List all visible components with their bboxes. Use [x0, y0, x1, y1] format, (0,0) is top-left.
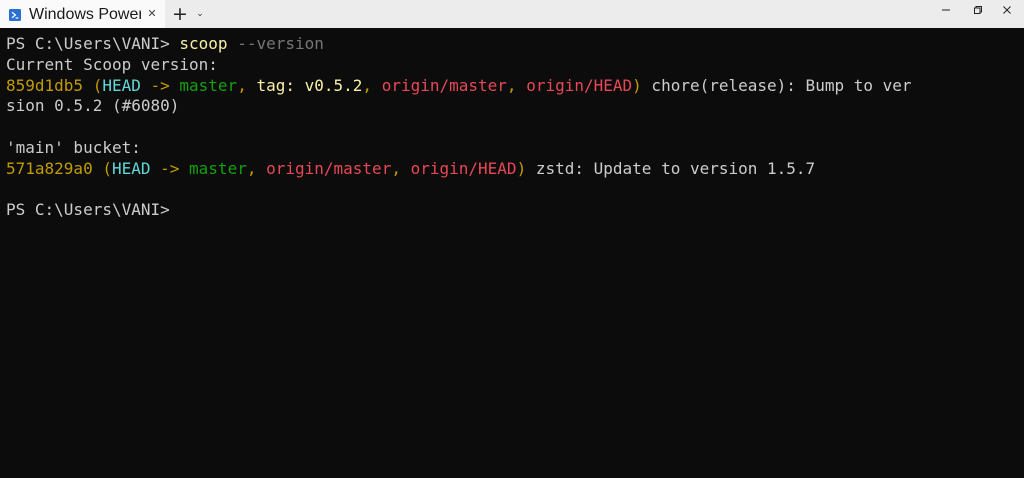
terminal-text: -> — [140, 75, 180, 95]
terminal-text: , — [362, 75, 382, 95]
terminal-line: Current Scoop version: — [6, 55, 1024, 76]
new-tab-button[interactable]: + — [170, 3, 190, 25]
terminal-text: tag: v0.5.2 — [256, 75, 363, 95]
terminal-text: -> — [150, 158, 190, 178]
terminal-text: PS C:\Users\VANI> — [6, 200, 170, 220]
terminal-text: origin/master — [266, 158, 392, 178]
powershell-icon — [9, 8, 21, 21]
terminal-text: HEAD — [111, 158, 151, 178]
terminal-text: ( — [83, 75, 103, 95]
terminal-text: PS C:\Users\VANI> — [6, 34, 180, 53]
terminal-text: chore(release): Bump to ver — [641, 75, 912, 95]
terminal-text: , — [246, 158, 267, 178]
terminal-text: origin/master — [381, 75, 507, 95]
minimize-button[interactable] — [929, 0, 963, 20]
tab-title: Windows PowerShell — [29, 6, 141, 23]
terminal-text: 571a829a0 — [6, 158, 93, 178]
terminal-output[interactable]: PS C:\Users\VANI> scoop --version Current… — [0, 28, 1024, 478]
terminal-text: Current Scoop version: — [6, 54, 218, 74]
tab-close-icon[interactable]: ✕ — [144, 6, 160, 22]
terminal-text: 'main' bucket: — [6, 137, 141, 157]
terminal-text: zstd: Update to version 1.5.7 — [526, 158, 816, 178]
terminal-line: PS C:\Users\VANI> — [6, 200, 1024, 221]
terminal-line: 'main' bucket: — [6, 138, 1024, 159]
terminal-text: , — [237, 75, 257, 95]
terminal-line: 571a829a0 (HEAD -> master, origin/master… — [6, 159, 1024, 180]
minimize-icon — [942, 9, 950, 11]
restore-icon — [974, 6, 982, 14]
terminal-text: ) — [516, 158, 527, 178]
close-button[interactable] — [990, 0, 1024, 20]
close-icon — [1003, 6, 1011, 14]
title-bar: Windows PowerShell ✕ + ⌄ — [0, 0, 1024, 28]
terminal-line: sion 0.5.2 (#6080) — [6, 96, 1024, 117]
terminal-text: scoop — [179, 34, 228, 53]
terminal-text: master — [179, 75, 238, 95]
terminal-text: ) — [632, 75, 642, 95]
terminal-text: origin/HEAD — [526, 75, 633, 95]
terminal-text: HEAD — [102, 75, 141, 95]
terminal-text: --version — [227, 34, 324, 53]
chevron-down-icon[interactable]: ⌄ — [193, 5, 207, 23]
terminal-line: PS C:\Users\VANI> scoop --version — [6, 34, 1024, 55]
tab-windows-powershell[interactable]: Windows PowerShell ✕ — [0, 0, 165, 28]
terminal-text: ( — [92, 158, 112, 178]
terminal-text: , — [506, 75, 527, 95]
terminal-text: 859d1db5 — [6, 75, 84, 95]
terminal-line: 859d1db5 (HEAD -> master, tag: v0.5.2, o… — [6, 76, 1024, 97]
terminal-text: , — [391, 158, 411, 178]
terminal-text: sion 0.5.2 (#6080) — [6, 96, 180, 116]
terminal-text: origin/HEAD — [410, 158, 517, 178]
terminal-text: master — [189, 158, 247, 178]
